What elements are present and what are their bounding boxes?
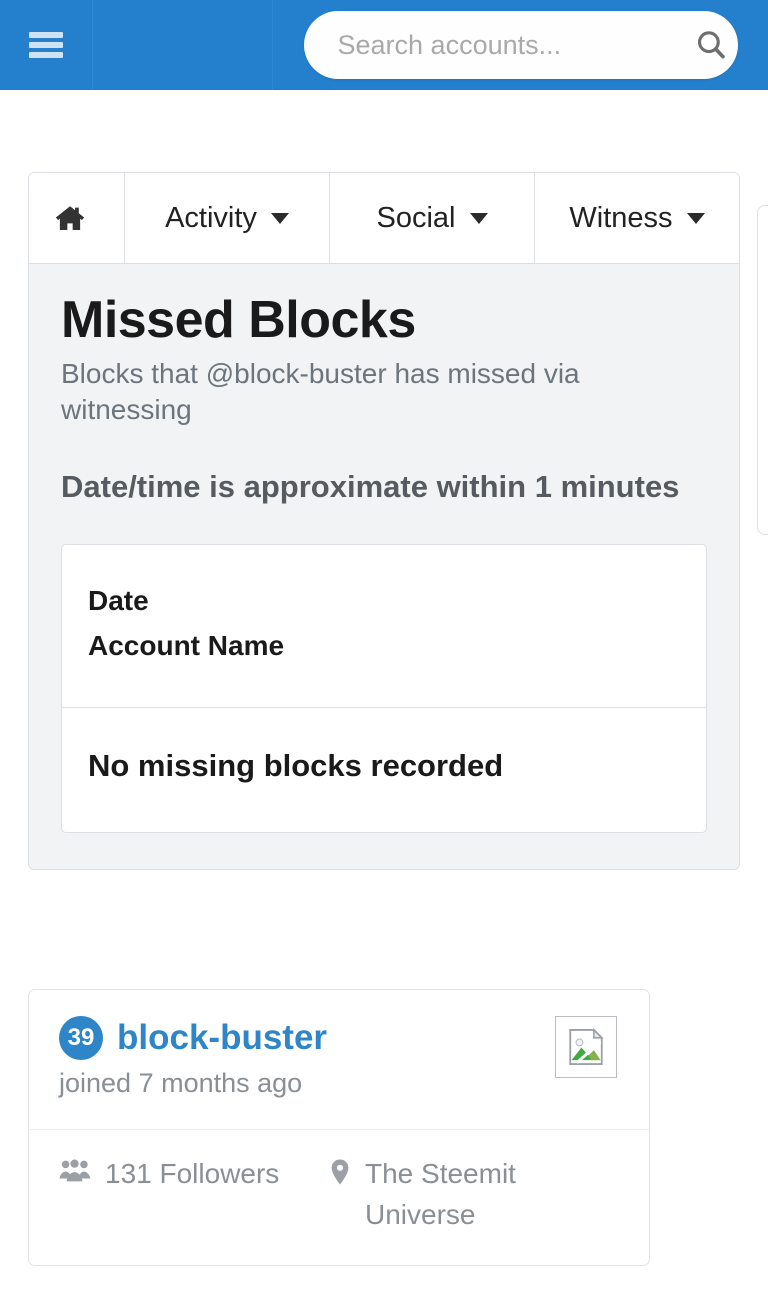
missed-blocks-panel: Activity Social Witness Missed Blocks Bl… xyxy=(28,172,740,871)
search-icon[interactable] xyxy=(694,28,728,62)
panel-body: Missed Blocks Blocks that @block-buster … xyxy=(29,264,739,869)
offscreen-side-card xyxy=(757,205,768,535)
empty-state-message: No missing blocks recorded xyxy=(88,748,504,784)
table-body: No missing blocks recorded xyxy=(62,708,706,832)
page-subtitle: Blocks that @block-buster has missed via… xyxy=(61,358,580,425)
followers-count: 131 xyxy=(105,1158,152,1189)
profile-name-row: 39 block-buster xyxy=(59,1016,619,1060)
profile-stats: 131 Followers The Steemit Universe xyxy=(29,1130,649,1265)
column-header-account-name: Account Name xyxy=(88,630,285,662)
tab-social-label: Social xyxy=(376,201,456,234)
tab-witness[interactable]: Witness xyxy=(535,173,739,263)
location-stat: The Steemit Universe xyxy=(329,1154,575,1235)
reputation-badge: 39 xyxy=(59,1016,103,1060)
chevron-down-icon xyxy=(469,212,488,224)
top-navbar xyxy=(0,0,768,90)
broken-image-icon xyxy=(569,1028,604,1065)
search-box[interactable] xyxy=(303,11,738,79)
followers-label: Followers xyxy=(159,1158,280,1189)
profile-card: 39 block-buster joined 7 months ago 131 … xyxy=(28,989,650,1267)
users-icon xyxy=(59,1159,91,1182)
menu-button[interactable] xyxy=(0,0,93,90)
profile-username-link[interactable]: block-buster xyxy=(117,1018,327,1058)
page-title: Missed Blocks xyxy=(61,291,416,349)
map-pin-icon xyxy=(331,1159,349,1185)
tab-activity[interactable]: Activity xyxy=(125,173,330,263)
navbar-spacer xyxy=(93,0,273,90)
tab-activity-label: Activity xyxy=(165,201,257,234)
chevron-down-icon xyxy=(270,212,289,224)
chevron-down-icon xyxy=(686,212,705,224)
avatar xyxy=(555,1016,617,1078)
search-input[interactable] xyxy=(335,28,694,62)
tab-social[interactable]: Social xyxy=(330,173,535,263)
search-area xyxy=(273,0,768,90)
followers-stat: 131 Followers xyxy=(59,1154,329,1195)
profile-header: 39 block-buster joined 7 months ago xyxy=(29,990,649,1130)
home-icon xyxy=(55,206,84,230)
panel-tabs: Activity Social Witness xyxy=(29,173,739,264)
followers-value: 131 Followers xyxy=(105,1154,279,1195)
hamburger-icon xyxy=(29,32,63,58)
tab-home[interactable] xyxy=(29,173,125,263)
approximate-time-note: Date/time is approximate within 1 minute… xyxy=(61,468,680,504)
profile-joined-date: joined 7 months ago xyxy=(59,1068,303,1098)
tab-witness-label: Witness xyxy=(569,201,673,234)
missed-blocks-table: Date Account Name No missing blocks reco… xyxy=(61,544,707,834)
location-value: The Steemit Universe xyxy=(365,1158,516,1230)
column-header-date: Date xyxy=(88,585,149,617)
table-header-row: Date Account Name xyxy=(62,545,706,709)
